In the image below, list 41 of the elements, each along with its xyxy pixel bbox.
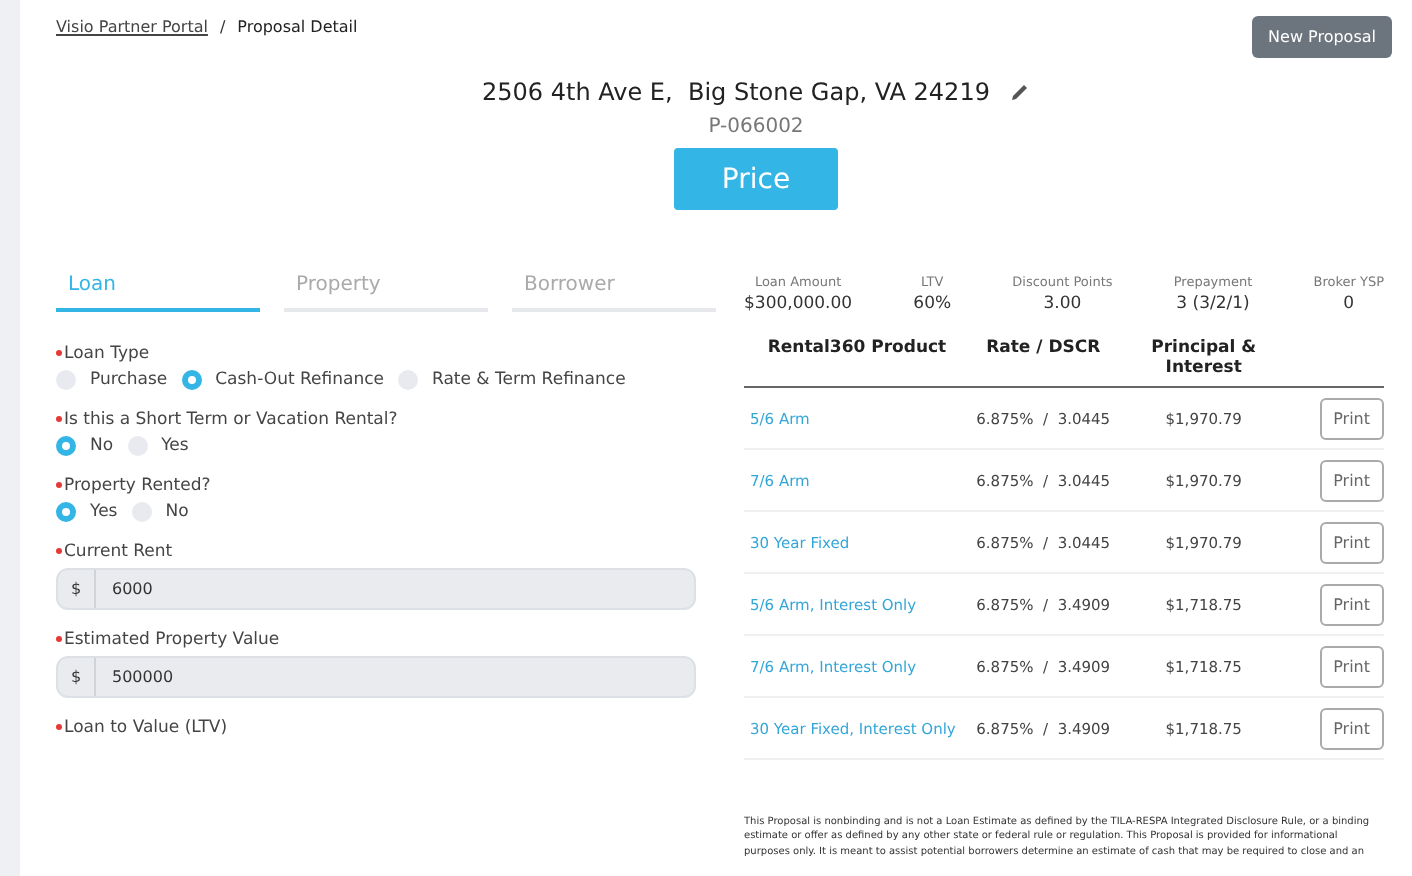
column-header: Rental360 Product xyxy=(765,338,949,362)
print-button[interactable]: Print xyxy=(1319,707,1384,749)
breadcrumb-separator: / xyxy=(219,18,226,36)
proposal-id: P-066002 xyxy=(708,116,804,138)
radio-label: Yes xyxy=(90,502,118,522)
column-header: Principal & Interest xyxy=(1149,338,1259,378)
field-label: Loan to Value (LTV) xyxy=(64,718,228,738)
currency-input-field[interactable]: $ 6000 xyxy=(56,568,696,610)
field-label: Property Rented? xyxy=(64,476,211,496)
radio-label: Cash-Out Refinance xyxy=(215,370,384,390)
currency-input-field[interactable]: $ 500000 xyxy=(56,656,696,698)
summary-value: 0 xyxy=(1343,294,1355,314)
new-proposal-button[interactable]: New Proposal xyxy=(1252,16,1392,58)
property-address: 2506 4th Ave E, Big Stone Gap, VA 24219 xyxy=(482,78,990,106)
print-button[interactable]: Print xyxy=(1319,521,1384,563)
price-button[interactable]: Price xyxy=(674,148,838,210)
print-button[interactable]: Print xyxy=(1319,397,1384,439)
radio-label: Rate & Term Refinance xyxy=(431,370,626,390)
field-label: Current Rent xyxy=(64,542,173,562)
summary-value: 3 (3/2/1) xyxy=(1176,294,1250,314)
radio-label: No xyxy=(90,436,114,456)
radio-label: Purchase xyxy=(90,370,168,390)
radio-label: No xyxy=(165,502,189,522)
field-label: Is this a Short Term or Vacation Rental? xyxy=(64,410,398,430)
summary-value: 3.00 xyxy=(1043,294,1082,314)
print-button[interactable]: Print xyxy=(1319,583,1384,625)
print-button[interactable]: Print xyxy=(1319,459,1384,501)
radio-button[interactable] xyxy=(181,370,202,390)
summary-value: $300,000.00 xyxy=(744,294,853,314)
edit-pencil-icon[interactable] xyxy=(1009,82,1030,102)
field-label: Estimated Property Value xyxy=(64,630,280,650)
breadcrumb-current: Proposal Detail xyxy=(237,18,358,36)
field-label: Loan Type xyxy=(64,344,150,364)
radio-button[interactable] xyxy=(56,436,76,456)
column-header: Rate / DSCR xyxy=(984,338,1103,362)
radio-label: Yes xyxy=(161,436,189,456)
breadcrumb-link[interactable]: Visio Partner Portal xyxy=(56,18,208,36)
summary-value: 60% xyxy=(913,294,952,314)
tab[interactable]: Loan xyxy=(56,274,260,312)
radio-button[interactable] xyxy=(56,502,76,522)
print-button[interactable]: Print xyxy=(1319,645,1384,687)
